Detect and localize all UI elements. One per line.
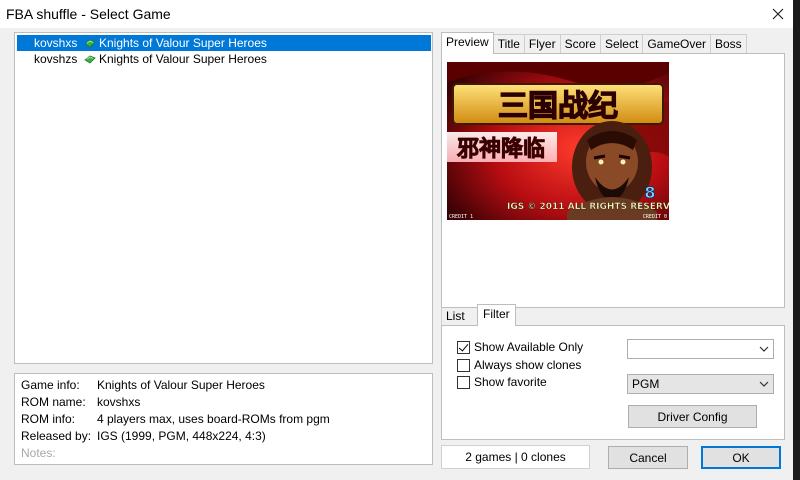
- game-info-panel: Game info: Knights of Valour Super Heroe…: [14, 373, 433, 465]
- checkbox-box[interactable]: [457, 340, 470, 354]
- preview-subtitle-text: 邪神降临: [456, 136, 545, 162]
- tab-score[interactable]: Score: [559, 34, 601, 54]
- game-name: Knights of Valour Super Heroes: [99, 52, 267, 66]
- hardware-combo-value: PGM: [632, 377, 660, 391]
- rom-id: kovshzs: [34, 52, 78, 66]
- select-game-window: FBA shuffle - Select Game kovshxs Knight…: [0, 0, 800, 480]
- checkbox-label: Always show clones: [474, 358, 582, 372]
- tab-filter[interactable]: Filter: [477, 304, 516, 326]
- show-available-only-checkbox[interactable]: Show Available Only: [457, 339, 583, 355]
- preview-credit-right: CREDIT 0: [643, 214, 667, 220]
- tab-gameover[interactable]: GameOver: [642, 34, 711, 54]
- hardware-combo[interactable]: PGM: [627, 374, 774, 394]
- info-value: kovshxs: [97, 395, 141, 409]
- tab-list[interactable]: List: [441, 306, 478, 326]
- preview-version: 8: [644, 183, 655, 202]
- status-text: 2 games | 0 clones: [441, 445, 590, 469]
- tab-flyer[interactable]: Flyer: [523, 34, 561, 54]
- close-icon: [772, 8, 784, 20]
- preview-panel: 三国战纪 邪神降临 IGS © 2011 ALL RIGHTS RESERVED…: [441, 53, 785, 308]
- tab-boss[interactable]: Boss: [710, 34, 747, 54]
- show-favorite-checkbox[interactable]: Show favorite: [457, 374, 547, 390]
- list-item[interactable]: kovshzs Knights of Valour Super Heroes: [17, 51, 431, 67]
- preview-tabs: Preview Title Flyer Score Select GameOve…: [441, 32, 747, 54]
- info-row: ROM info: 4 players max, uses board-ROMs…: [21, 412, 330, 428]
- green-rom-icon: [84, 39, 96, 48]
- info-row: Released by: IGS (1999, PGM, 448x224, 4:…: [21, 429, 266, 445]
- game-name: Knights of Valour Super Heroes: [99, 36, 267, 50]
- rom-id: kovshxs: [34, 36, 78, 50]
- always-show-clones-checkbox[interactable]: Always show clones: [457, 357, 581, 373]
- tab-title[interactable]: Title: [492, 34, 525, 54]
- close-button[interactable]: [758, 0, 798, 28]
- title-bar: FBA shuffle - Select Game: [0, 0, 793, 28]
- notes-row: Notes:: [21, 446, 97, 462]
- tab-select[interactable]: Select: [599, 34, 644, 54]
- ok-button[interactable]: OK: [701, 446, 781, 469]
- checkbox-label: Show Available Only: [474, 340, 584, 354]
- window-title: FBA shuffle - Select Game: [6, 6, 171, 22]
- checkbox-box[interactable]: [457, 375, 470, 389]
- driver-config-button[interactable]: Driver Config: [628, 405, 757, 428]
- game-list[interactable]: kovshxs Knights of Valour Super Heroes k…: [14, 32, 433, 364]
- cancel-button[interactable]: Cancel: [608, 446, 688, 469]
- info-label: ROM info:: [21, 412, 76, 426]
- checkbox-label: Show favorite: [474, 375, 547, 389]
- tab-preview[interactable]: Preview: [441, 32, 494, 54]
- search-combo[interactable]: [627, 339, 774, 359]
- filter-tabs: List Filter: [441, 304, 516, 326]
- preview-copyright: IGS © 2011 ALL RIGHTS RESERVED: [507, 202, 669, 212]
- preview-title-text: 三国战纪: [498, 89, 618, 124]
- info-value: 4 players max, uses board-ROMs from pgm: [97, 412, 330, 426]
- game-preview-image: 三国战纪 邪神降临 IGS © 2011 ALL RIGHTS RESERVED…: [447, 62, 669, 220]
- info-row: Game info: Knights of Valour Super Heroe…: [21, 378, 265, 394]
- window-edge: [793, 0, 800, 480]
- list-item[interactable]: kovshxs Knights of Valour Super Heroes: [17, 35, 431, 51]
- info-row: ROM name: kovshxs: [21, 395, 140, 411]
- checkbox-box[interactable]: [457, 358, 470, 372]
- info-value: Knights of Valour Super Heroes: [97, 378, 265, 392]
- notes-label: Notes:: [21, 446, 56, 460]
- green-rom-icon: [84, 55, 96, 64]
- info-value: IGS (1999, PGM, 448x224, 4:3): [97, 429, 266, 443]
- chevron-down-icon: [759, 346, 769, 352]
- chevron-down-icon: [759, 381, 769, 387]
- info-label: ROM name:: [21, 395, 86, 409]
- preview-credit-left: CREDIT 1: [449, 214, 473, 220]
- info-label: Game info:: [21, 378, 80, 392]
- filter-panel: Show Available Only Always show clones S…: [441, 325, 785, 440]
- info-label: Released by:: [21, 429, 92, 443]
